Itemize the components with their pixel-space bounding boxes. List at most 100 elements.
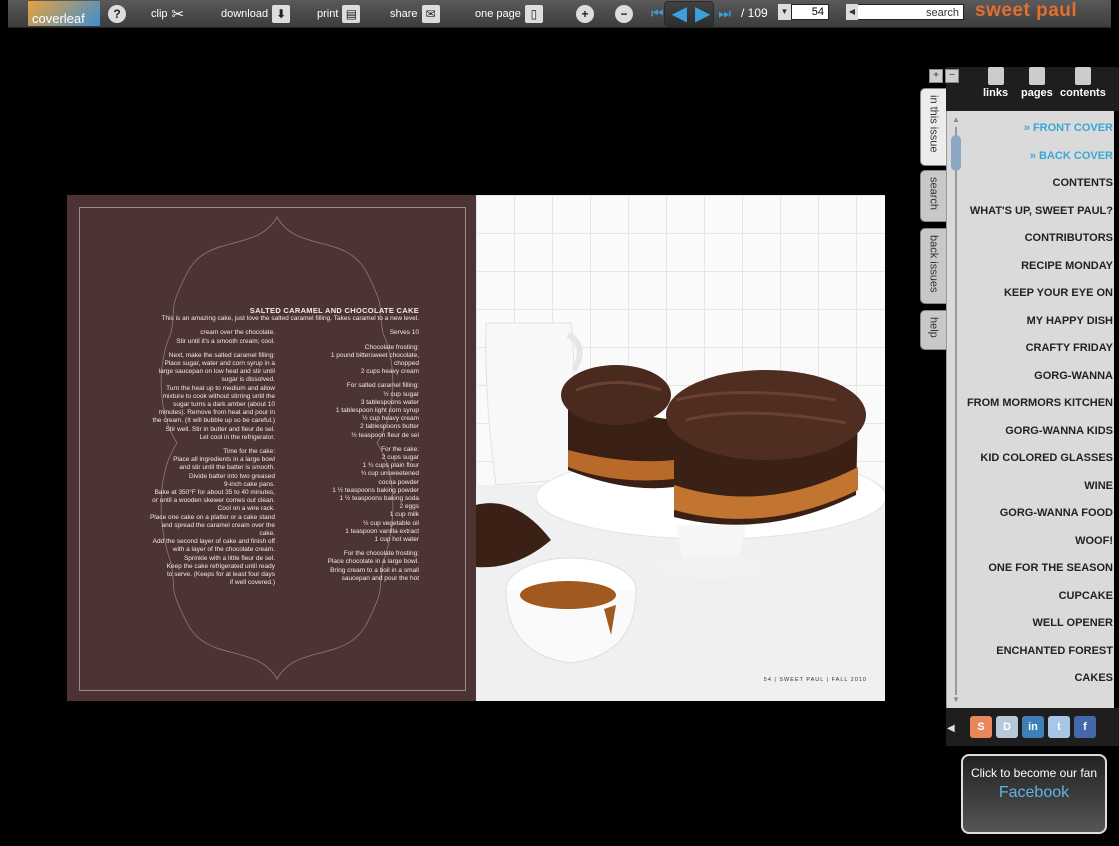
zoom-out-button[interactable]: − [615,0,633,27]
page-total: / 109 [741,6,768,20]
share-button[interactable]: share ✉ [390,0,440,27]
toc-item[interactable]: GORG-WANNA KIDS [958,425,1114,453]
contents-tab[interactable]: contents [1060,67,1106,99]
toc-item[interactable]: MY HAPPY DISH [958,315,1114,343]
left-page[interactable]: SALTED CARAMEL AND CHOCOLATE CAKE This i… [67,195,476,701]
toc-item[interactable]: GORG-WANNA FOOD [958,507,1114,535]
recipe-line: Bring cream to a boil in a small [330,566,419,574]
toc-item[interactable]: WELL OPENER [958,617,1114,645]
recipe-line: Next, make the salted caramel filling: [168,351,275,359]
last-page-icon[interactable]: ⏭ [718,5,731,22]
toc-item[interactable]: CAKES [958,672,1114,700]
prev-page-icon[interactable]: ◀ [672,1,687,26]
page-dropdown[interactable]: ▼ [778,4,791,20]
toc-item[interactable]: ONE FOR THE SEASON [958,562,1114,590]
collapse-icon[interactable]: − [945,69,959,83]
twitter-icon[interactable]: t [1048,716,1070,738]
tab-help[interactable]: help [920,310,946,350]
recipe-line: 1 teaspoon vanilla extract [345,527,419,535]
facebook-icon[interactable]: f [1074,716,1096,738]
recipe-line: Bake at 350°F for about 35 to 40 minutes… [154,489,275,497]
envelope-icon: ✉ [421,4,440,23]
recipe-line: Stir well. Stir in butter and fleur de s… [165,425,275,433]
toc-item[interactable]: KID COLORED GLASSES [958,452,1114,480]
recipe-line: Sprinkle with a little fleur de sel. [183,554,275,562]
recipe-line: 1 pound bittersweet chocolate, [330,351,419,359]
linkedin-icon[interactable]: in [1022,716,1044,738]
links-tab[interactable]: links [983,67,1008,99]
recipe-line: ½ cup vegetable oil [362,519,419,527]
recipe-line: Place one cake on a platter or a cake st… [149,513,275,521]
facebook-fan-button[interactable]: Click to become our fan Facebook [961,754,1107,834]
contents-icon [1074,67,1091,85]
recipe-line: Keep the cake refrigerated until ready [166,562,275,570]
recipe-line: 9-inch cake pans. [224,480,275,488]
toc-item[interactable]: » FRONT COVER [958,122,1114,150]
toc-item[interactable]: FROM MORMORS KITCHEN [958,397,1114,425]
download-icon: ⬇ [272,4,291,23]
pages-tab[interactable]: pages [1021,67,1053,99]
recipe-line: Chocolate frosting: [364,343,419,351]
single-page-icon: ▯ [524,4,543,23]
recipe-line: cocoa powder [378,478,419,486]
page-number-input[interactable]: 54 [791,4,829,20]
recipe-text: SALTED CARAMEL AND CHOCOLATE CAKE This i… [147,306,419,588]
recipe-line: cream over the chocolate. [200,329,275,337]
pages-icon [1028,67,1045,85]
recipe-line: 2 tablespoons butter [360,423,419,431]
expand-icon[interactable]: + [929,69,943,83]
recipe-line: Place all ingredients in a large bowl [173,456,275,464]
tab-in-this-issue[interactable]: in this issue [920,88,946,166]
zoom-in-button[interactable]: + [576,0,594,27]
toc-item[interactable]: GORG-WANNA [958,370,1114,398]
print-button[interactable]: print ▤ [317,0,361,27]
next-page-icon[interactable]: ▶ [695,1,710,26]
right-page[interactable]: 54 | SWEET PAUL | FALL 2010 [476,195,885,701]
tab-search[interactable]: search [920,170,946,222]
recipe-line: Divide batter into two greased [189,472,275,480]
stumbleupon-icon[interactable]: S [970,716,992,738]
toc-item[interactable]: WINE [958,480,1114,508]
panel-size-controls: + − [929,69,959,83]
social-icons: S D in t f [970,716,1096,738]
first-page-icon[interactable]: ⏮ [651,5,664,22]
search-go-icon[interactable]: ◀ [846,4,858,20]
collapse-arrow-icon[interactable]: ◀ [947,723,955,734]
toc-item[interactable]: KEEP YOUR EYE ON [958,287,1114,315]
digg-icon[interactable]: D [996,716,1018,738]
recipe-line: Place chocolate in a large bowl. [327,558,419,566]
toc-item[interactable]: CUPCAKE [958,590,1114,618]
recipe-line: 1 ½ teaspoons baking powder [332,486,419,494]
toolbar: coverleaf ? clip ✂ download ⬇ print ▤ sh… [8,0,1111,28]
recipe-line: chopped [394,360,419,368]
toc-item[interactable]: CONTRIBUTORS [958,232,1114,260]
download-button[interactable]: download ⬇ [221,0,291,27]
one-page-button[interactable]: one page ▯ [475,0,543,27]
recipe-line: the cream. (It will bubble up so be care… [152,417,275,425]
toc-list: » FRONT COVER» BACK COVER CONTENTS WHAT'S … [958,122,1114,700]
recipe-line: For the cake: [381,445,419,453]
toc-item[interactable]: CRAFTY FRIDAY [958,342,1114,370]
toc-item[interactable]: RECIPE MONDAY [958,260,1114,288]
brand-logo: sweet paul [975,0,1078,21]
page-folio: 54 | SWEET PAUL | FALL 2010 [763,677,867,683]
recipe-line: 3 tablespoons water [360,398,419,406]
recipe-column-method: cream over the chocolate. Stir until it's… [147,329,275,587]
toc-item[interactable]: WHAT'S UP, SWEET PAUL? [958,205,1114,233]
recipe-line: Add the second layer of cake and finish … [152,538,275,546]
recipe-line: to serve. (Keeps for at least four days [166,571,275,579]
recipe-line: 2 eggs [399,503,419,511]
recipe-line: 1 tablespoon light corn syrup [335,407,419,415]
recipe-line: ¾ cup unsweetened [360,470,419,478]
search-input[interactable]: search [846,4,964,20]
toc-item[interactable]: WOOF! [958,535,1114,563]
tab-back-issues[interactable]: back issues [920,228,946,304]
coverleaf-button[interactable]: coverleaf [28,1,100,26]
toc-item[interactable]: » BACK COVER [958,150,1114,178]
recipe-line: Stir until it's a smooth cream; cool. [176,337,275,345]
help-button[interactable]: ? [108,0,126,27]
toc-item[interactable]: CONTENTS [958,177,1114,205]
clip-button[interactable]: clip ✂ [151,0,184,27]
toc-item[interactable]: ENCHANTED FOREST [958,645,1114,673]
magazine-spread[interactable]: SALTED CARAMEL AND CHOCOLATE CAKE This i… [67,195,885,701]
